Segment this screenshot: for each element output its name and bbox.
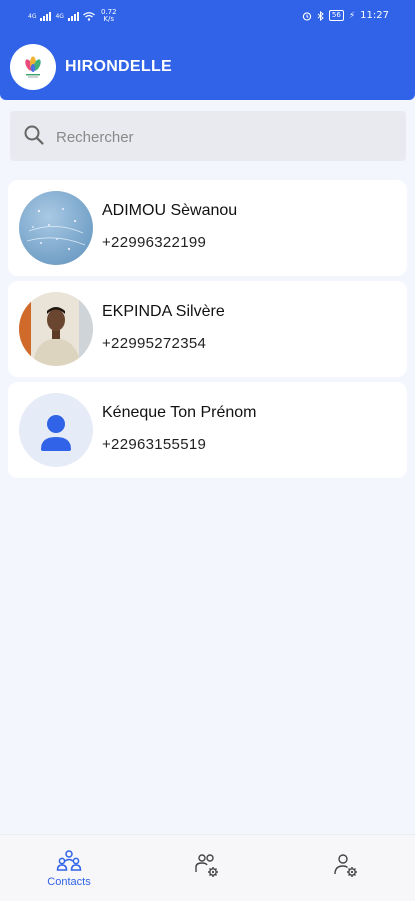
network-type-1: 4G xyxy=(28,12,37,20)
contacts-icon xyxy=(56,850,82,871)
search-input[interactable] xyxy=(54,111,388,163)
battery-indicator: 56 xyxy=(328,10,344,21)
alarm-icon xyxy=(302,11,312,21)
bottom-nav: Contacts xyxy=(0,834,415,901)
network-type-2: 4G xyxy=(55,12,64,20)
nav-label-contacts: Contacts xyxy=(47,876,91,888)
avatar xyxy=(19,292,93,366)
signal-icon-2 xyxy=(67,11,79,21)
signal-icon-1 xyxy=(40,11,52,21)
net-speed-unit: K/s xyxy=(103,15,115,23)
contact-phone: +22963155519 xyxy=(102,436,207,453)
avatar xyxy=(19,191,93,265)
charging-icon: ⚡ xyxy=(348,10,356,21)
status-time: 11:27 xyxy=(360,10,389,21)
contact-card[interactable]: Kéneque Ton Prénom +22963155519 xyxy=(8,382,407,478)
contact-name: Kéneque Ton Prénom xyxy=(102,404,257,421)
status-right: 56 ⚡ 11:27 xyxy=(302,10,389,21)
nav-contacts[interactable]: Contacts xyxy=(0,835,138,901)
status-left: 4G 4G 0.72 K/s xyxy=(28,9,117,23)
contact-phone: +22995272354 xyxy=(102,335,207,352)
contact-card[interactable]: EKPINDA Silvère +22995272354 xyxy=(8,281,407,377)
contact-card[interactable]: ADIMOU Sèwanou +22996322199 xyxy=(8,180,407,276)
net-speed: 0.72 K/s xyxy=(101,9,117,23)
default-avatar-icon xyxy=(19,393,93,467)
app-bar: HIRONDELLE xyxy=(0,34,415,100)
search-icon xyxy=(24,125,44,145)
app-logo[interactable] xyxy=(10,44,56,90)
contact-name: ADIMOU Sèwanou xyxy=(102,202,238,219)
contact-phone: +22996322199 xyxy=(102,234,207,251)
wifi-icon xyxy=(83,11,95,21)
app-title: HIRONDELLE xyxy=(65,58,172,75)
nav-groups-settings[interactable] xyxy=(138,835,276,901)
nav-account-settings[interactable] xyxy=(277,835,415,901)
logo-icon xyxy=(25,56,41,78)
account-settings-icon xyxy=(334,854,357,877)
status-bar: 4G 4G 0.72 K/s 56 ⚡ 11:27 xyxy=(0,0,415,34)
groups-settings-icon xyxy=(195,854,218,877)
bluetooth-icon xyxy=(317,10,324,21)
search-bar[interactable] xyxy=(10,111,406,163)
contact-name: EKPINDA Silvère xyxy=(102,303,225,320)
